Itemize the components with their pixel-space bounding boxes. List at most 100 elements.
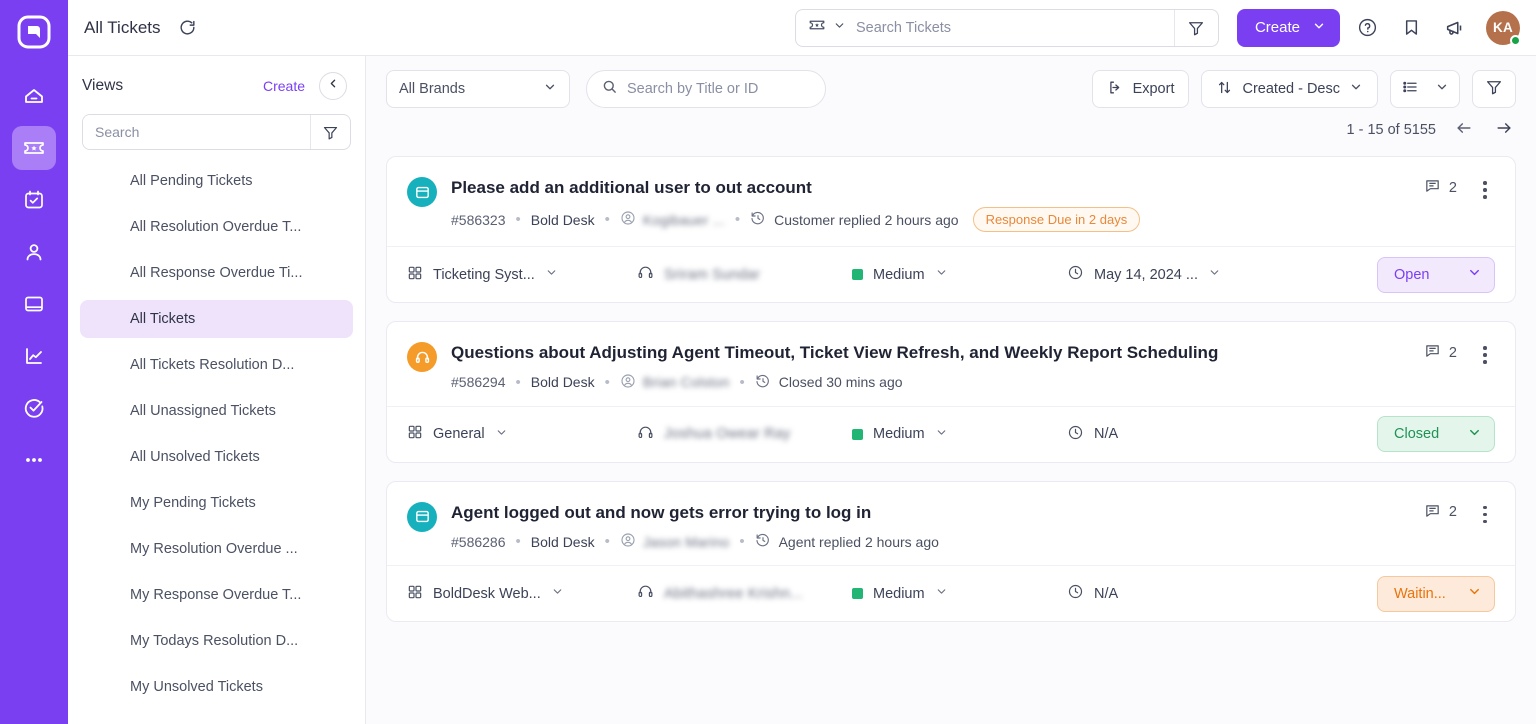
create-button[interactable]: Create [1236,8,1340,47]
refresh-icon[interactable] [175,15,201,41]
ticket-more-menu-icon[interactable] [1475,342,1495,364]
priority-value: Medium [873,266,925,283]
sidebar-item-knowledge-base[interactable] [12,282,56,326]
grid-icon [407,265,423,285]
sidebar-item-tasks[interactable] [12,178,56,222]
comment-icon [1424,502,1441,523]
sidebar-item-view-5[interactable]: All Unassigned Tickets [80,392,353,430]
ticket-icon [22,136,46,160]
chevron-down-icon [543,80,557,98]
chevron-down-icon [545,266,558,283]
filter-button[interactable] [1472,70,1516,108]
sidebar-item-view-10[interactable]: My Todays Resolution D... [80,622,353,660]
ticket-title[interactable]: Agent logged out and now gets error tryi… [451,500,1221,526]
ticket-agent[interactable]: Sriram Sundar [637,264,852,285]
search-type-selector[interactable] [796,10,856,46]
filter-icon [1485,78,1503,100]
sidebar-item-view-2[interactable]: All Response Overdue Ti... [80,254,353,292]
ticket-category-select[interactable]: General [407,424,637,444]
ticket-card-bottom: Ticketing Syst... Sriram Sundar Medium M… [387,246,1515,302]
ticket-due-date[interactable]: N/A [1067,424,1377,445]
avatar[interactable]: KA [1486,10,1521,46]
ticket-priority-select[interactable]: Medium [852,426,1067,443]
collapse-views-button[interactable] [319,72,347,100]
megaphone-icon[interactable] [1438,11,1472,45]
ticket-card-actions: 2 [1404,500,1495,551]
sidebar-item-view-9[interactable]: My Response Overdue T... [80,576,353,614]
views-filter-icon[interactable] [310,115,350,149]
ticket-agent[interactable]: Joshua Owear Ray [637,424,852,445]
ticket-category-select[interactable]: Ticketing Syst... [407,265,637,285]
sidebar-item-tickets[interactable] [12,126,56,170]
boldesk-logo-icon[interactable] [12,10,56,54]
ticket-due-date[interactable]: N/A [1067,583,1377,604]
chevron-left-icon [327,77,340,95]
next-page-button[interactable] [1492,118,1516,142]
ticket-search-input[interactable] [627,81,814,97]
headset-icon [637,583,654,604]
sidebar-item-view-11[interactable]: My Unsolved Tickets [80,668,353,706]
requester-name: Jason Marino [642,533,730,550]
ticket-content: Agent logged out and now gets error tryi… [451,500,1404,551]
requester-name: Brian Colston [642,374,730,391]
header-actions: Create [794,8,1521,47]
ticket-title[interactable]: Please add an additional user to out acc… [451,175,1221,201]
clock-icon [1067,264,1084,285]
sidebar-item-reports[interactable] [12,334,56,378]
meta-separator: • [515,211,521,229]
sidebar-item-contacts[interactable] [12,230,56,274]
app-root: All Tickets Search Tickets Create KA Vie… [0,0,1536,724]
comment-count[interactable]: 2 [1424,342,1457,363]
ticket-card[interactable]: Questions about Adjusting Agent Timeout,… [386,321,1516,463]
export-button[interactable]: Export [1091,70,1190,108]
bookmark-icon[interactable] [1394,11,1428,45]
ticket-activity: Agent replied 2 hours ago [755,532,939,551]
priority-value: Medium [873,585,925,602]
ticket-status-select[interactable]: Waitin... [1377,575,1495,612]
comment-count[interactable]: 2 [1424,177,1457,198]
ticket-category-select[interactable]: BoldDesk Web... [407,584,637,604]
ticket-due-date[interactable]: May 14, 2024 ... [1067,264,1377,285]
sort-button[interactable]: Created - Desc [1201,70,1378,108]
prev-page-button[interactable] [1452,118,1476,142]
sidebar-item-view-7[interactable]: My Pending Tickets [80,484,353,522]
global-search-filter-icon[interactable] [1173,9,1218,46]
sidebar-item-view-0[interactable]: All Pending Tickets [80,162,353,200]
brand-filter-value: All Brands [399,81,466,97]
ticket-priority-select[interactable]: Medium [852,266,1067,283]
ticket-card[interactable]: Please add an additional user to out acc… [386,156,1516,304]
ticket-agent[interactable]: Abithashree Krishn... [637,583,852,604]
sidebar-item-view-6[interactable]: All Unsolved Tickets [80,438,353,476]
views-create-link[interactable]: Create [263,78,305,94]
sidebar-item-view-1[interactable]: All Resolution Overdue T... [80,208,353,246]
ticket-status-select[interactable]: Open [1377,256,1495,293]
list-toolbar: All Brands Search by Title or ID Export … [366,56,1536,108]
requester-avatar-icon [620,210,636,229]
help-circle-icon[interactable] [1350,11,1384,45]
sidebar-item-view-3[interactable]: All Tickets [80,300,353,338]
sidebar-item-view-4[interactable]: All Tickets Resolution D... [80,346,353,384]
export-icon [1107,79,1124,100]
ticket-priority-select[interactable]: Medium [852,585,1067,602]
view-mode-button[interactable] [1390,70,1460,108]
grid-icon [407,584,423,604]
ticket-status-select[interactable]: Closed [1377,416,1495,453]
ticket-more-menu-icon[interactable] [1475,177,1495,199]
global-search-input[interactable] [855,9,1174,46]
sidebar-item-view-8[interactable]: My Resolution Overdue ... [80,530,353,568]
user-icon [22,240,46,264]
chevron-down-icon [495,426,508,443]
sidebar-item-activities[interactable] [12,386,56,430]
ticket-card-top: Agent logged out and now gets error tryi… [387,482,1515,565]
views-search-input[interactable] [83,115,310,149]
sidebar-item-home[interactable] [12,74,56,118]
ticket-more-menu-icon[interactable] [1475,502,1495,524]
ticket-title[interactable]: Questions about Adjusting Agent Timeout,… [451,340,1221,366]
sidebar-item-more[interactable] [12,438,56,482]
ticket-card[interactable]: Agent logged out and now gets error tryi… [386,480,1516,623]
home-icon [22,84,46,108]
brand-filter-select[interactable]: All Brands [386,70,570,108]
ticket-list: Please add an additional user to out acc… [366,142,1536,724]
headset-icon [407,342,437,373]
comment-count[interactable]: 2 [1424,502,1457,523]
